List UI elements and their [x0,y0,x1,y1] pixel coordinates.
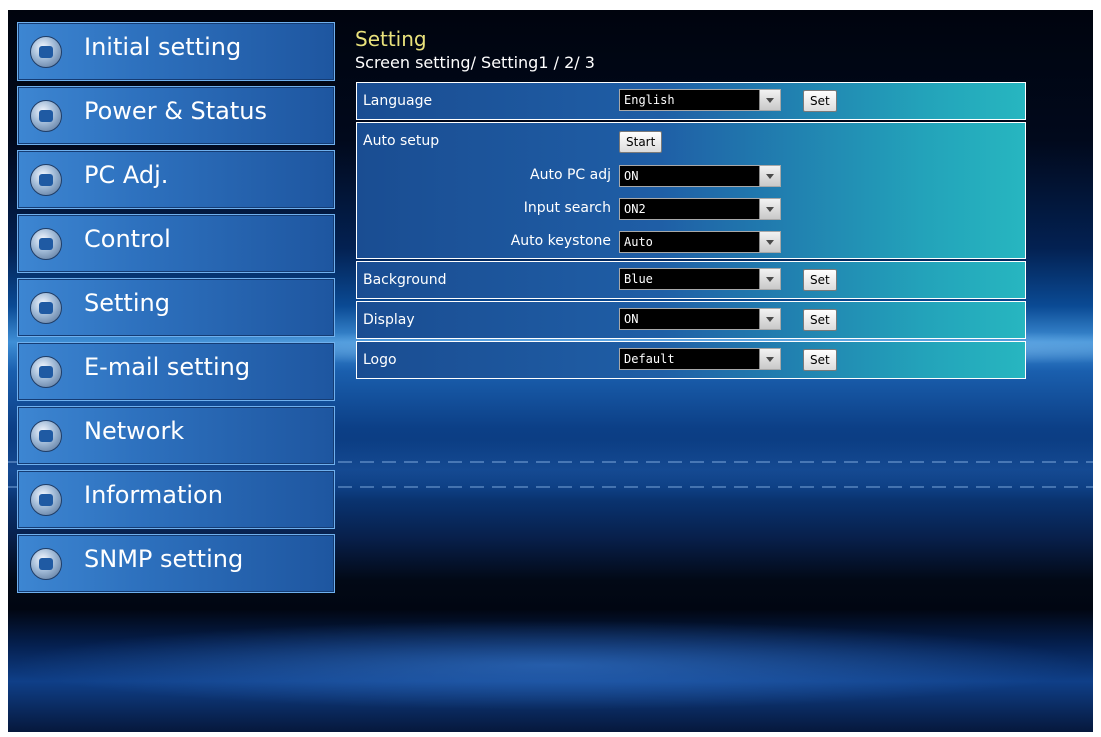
sidebar-item-label: Initial setting [84,33,242,61]
logo-select[interactable]: Default [619,348,781,370]
sidebar-item-power-status[interactable]: Power & Status [17,86,335,145]
page-subtitle: Screen setting/ Setting1 / 2/ 3 [355,53,595,72]
chevron-down-icon[interactable] [759,309,780,329]
sidebar-item-label: PC Adj. [84,161,169,189]
control-icon [30,228,62,260]
input-search-select[interactable]: ON2 [619,198,781,220]
input-search-value: ON2 [624,202,646,216]
logo-value: Default [624,352,675,366]
sidebar-item-label: Network [84,417,185,445]
initial-setting-icon [30,36,62,68]
sidebar-item-control[interactable]: Control [17,214,335,273]
sidebar-item-pc-adj[interactable]: PC Adj. [17,150,335,209]
snmp-icon [30,548,62,580]
sidebar-item-email-setting[interactable]: E-mail setting [17,342,335,401]
auto-keystone-value: Auto [624,235,653,249]
sidebar-item-setting[interactable]: Setting [17,278,335,337]
background-set-button[interactable]: Set [803,269,837,291]
sidebar-item-label: Setting [84,289,170,317]
display-label: Display [363,312,415,328]
sidebar-item-information[interactable]: Information [17,470,335,529]
chevron-down-icon[interactable] [759,90,780,110]
logo-label: Logo [363,352,397,368]
chevron-down-icon[interactable] [759,349,780,369]
auto-keystone-label: Auto keystone [510,233,611,249]
background-select[interactable]: Blue [619,268,781,290]
power-status-icon [30,100,62,132]
background-glow [8,620,1093,710]
display-select[interactable]: ON [619,308,781,330]
sidebar-item-label: SNMP setting [84,545,244,573]
sidebar-item-snmp-setting[interactable]: SNMP setting [17,534,335,593]
logo-row: Logo Default Set [356,341,1026,379]
background-row: Background Blue Set [356,261,1026,299]
sidebar-item-label: Information [84,481,223,509]
display-row: Display ON Set [356,301,1026,339]
background-value: Blue [624,272,653,286]
sidebar-item-label: Power & Status [84,97,268,125]
language-value: English [624,93,675,107]
language-row: Language English Set [356,82,1026,120]
network-icon [30,420,62,452]
chevron-down-icon[interactable] [759,199,780,219]
auto-setup-row: Auto setup Start Auto PC adj ON Input se… [356,122,1026,259]
chevron-down-icon[interactable] [759,166,780,186]
pc-adj-icon [30,164,62,196]
auto-setup-start-button[interactable]: Start [619,131,663,153]
background-label: Background [363,272,447,288]
chevron-down-icon[interactable] [759,269,780,289]
auto-pc-adj-select[interactable]: ON [619,165,781,187]
display-set-button[interactable]: Set [803,309,837,331]
language-set-button[interactable]: Set [803,90,837,112]
language-label: Language [363,93,433,109]
sidebar-item-network[interactable]: Network [17,406,335,465]
auto-pc-adj-value: ON [624,169,639,183]
setting-icon [30,292,62,324]
sidebar-nav: Initial setting Power & Status PC Adj. C… [17,22,335,598]
chevron-down-icon[interactable] [759,232,780,252]
auto-setup-label: Auto setup [363,133,440,149]
settings-panel: Language English Set Auto setup Start Au… [356,82,1026,381]
display-value: ON [624,312,639,326]
information-icon [30,484,62,516]
page-title: Setting [355,27,427,51]
sidebar-item-label: Control [84,225,171,253]
input-search-label: Input search [523,200,611,216]
logo-set-button[interactable]: Set [803,349,837,371]
sidebar-item-initial-setting[interactable]: Initial setting [17,22,335,81]
auto-pc-adj-label: Auto PC adj [530,167,611,183]
sidebar-item-label: E-mail setting [84,353,251,381]
language-select[interactable]: English [619,89,781,111]
auto-keystone-select[interactable]: Auto [619,231,781,253]
email-icon [30,356,62,388]
